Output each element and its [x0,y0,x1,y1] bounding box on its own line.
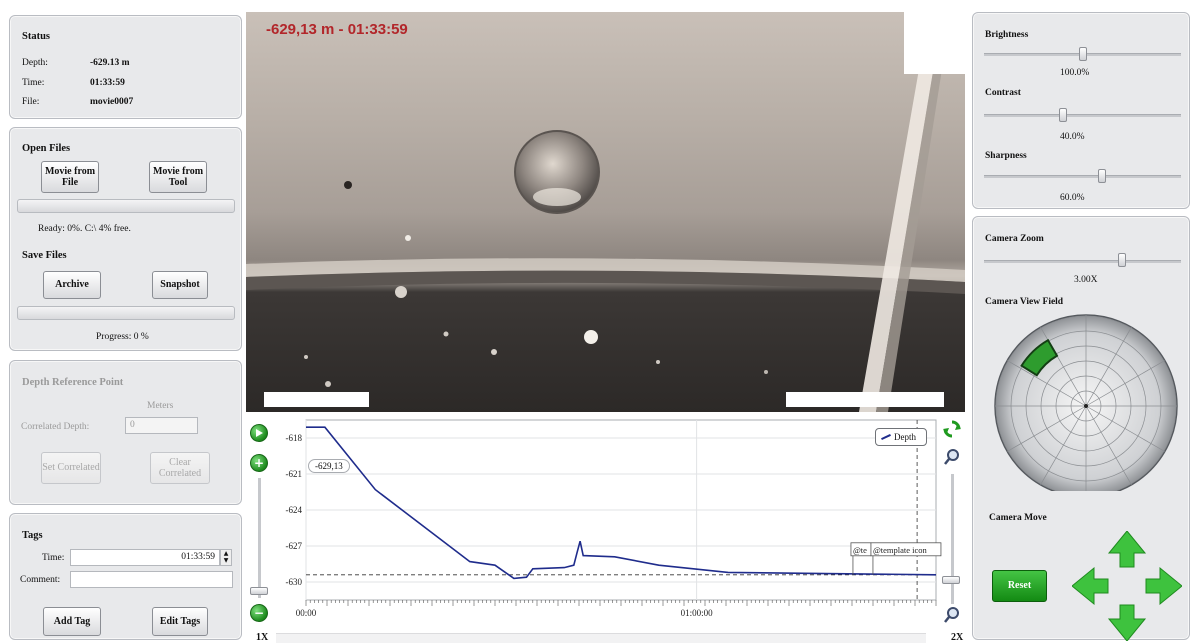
open-files-panel: Open Files Movie from File Movie from To… [9,127,242,351]
save-files-title: Save Files [22,250,67,261]
chart-legend: Depth [875,428,927,446]
move-right-icon[interactable] [1145,566,1182,606]
y-tick-label: -630 [286,577,303,587]
time-spinner[interactable]: ▲ ▼ [220,549,232,566]
tag-marker-label: @template icon [873,545,928,555]
reset-button[interactable]: Reset [992,570,1047,602]
x-tick-label: 01:00:00 [681,608,714,618]
chart-scrollbar[interactable] [276,633,926,643]
camera-zoom-label: Camera Zoom [985,234,1044,244]
view-field-dial[interactable] [973,311,1191,491]
edit-tags-button[interactable]: Edit Tags [152,607,208,636]
tags-panel: Tags Time: 01:33:59 ▲ ▼ Comment: Add Tag… [9,513,242,640]
tags-title: Tags [22,530,43,541]
sharpness-value: 60.0% [1060,193,1085,203]
contrast-track[interactable] [984,114,1181,117]
depth-label: Depth: [22,58,48,68]
y-tick-label: -621 [286,469,303,479]
move-up-icon[interactable] [1107,531,1147,568]
brightness-thumb[interactable] [1078,47,1087,61]
zoom-value: 3.00X [1074,275,1098,285]
tag-time-value: 01:33:59 [181,552,215,562]
spin-down-icon[interactable]: ▼ [221,557,231,564]
brightness-label: Brightness [985,30,1029,40]
depth-value: -629.13 m [90,58,130,68]
sharpness-thumb[interactable] [1098,169,1107,183]
magnifier-top-icon[interactable] [943,448,961,466]
open-files-title: Open Files [22,143,71,154]
move-down-icon[interactable] [1107,604,1147,641]
tag-time-label: Time: [42,553,65,563]
progress-text: Progress: 0 % [96,332,149,342]
set-correlated-button[interactable]: Set Correlated [41,452,101,484]
time-value: 01:33:59 [90,78,125,88]
ready-text: Ready: 0%. C:\ 4% free. [38,224,131,234]
file-label: File: [22,97,40,107]
depth-chart[interactable]: -618 -621 -624 -627 -630 00:00 01:00:00 @te @t… [246,414,968,634]
video-overlay-text: -629,13 m - 01:33:59 [266,21,408,38]
chart-area: + − 1X 2X -618 -621 -624 -627 -630 00:00 01:0… [246,414,968,644]
comment-input[interactable] [70,571,233,588]
image-controls-panel: Brightness 100.0% Contrast 40.0% Sharpne… [972,12,1190,209]
archive-button[interactable]: Archive [43,271,101,299]
camera-view-field-label: Camera View Field [985,297,1064,307]
zoom-track[interactable] [984,260,1181,263]
progress-bar [17,306,235,320]
depth-reference-panel: Depth Reference Point Meters Correlated … [9,360,242,505]
y-tick-label: -627 [286,541,303,551]
move-left-icon[interactable] [1072,566,1109,606]
ready-bar [17,199,235,213]
x-tick-label: 00:00 [296,608,317,618]
spin-up-icon[interactable]: ▲ [221,550,231,557]
sharpness-label: Sharpness [985,151,1027,161]
status-title: Status [22,31,51,42]
tag-time-input[interactable]: 01:33:59 [70,549,220,566]
tag-marker-label: @te [853,545,867,555]
brightness-value: 100.0% [1060,68,1090,78]
value-scale-track [951,474,954,604]
snapshot-button[interactable]: Snapshot [152,271,208,299]
contrast-label: Contrast [985,88,1021,98]
legend-label: Depth [894,432,916,442]
movie-from-tool-button[interactable]: Movie from Tool [149,161,207,193]
add-tag-button[interactable]: Add Tag [43,607,101,636]
value-scale-thumb[interactable] [942,576,960,584]
legend-line-icon [881,433,891,441]
magnifier-bottom-icon[interactable] [943,606,961,624]
video-scene [246,12,965,412]
file-value: movie0007 [90,97,134,107]
y-tick-label: -618 [286,433,303,443]
contrast-thumb[interactable] [1058,108,1067,122]
comment-label: Comment: [20,575,61,585]
status-panel: Status Depth: -629.13 m Time: 01:33:59 F… [9,15,242,119]
refresh-icon[interactable] [943,420,961,438]
correlated-depth-input[interactable]: 0 [125,417,198,434]
contrast-value: 40.0% [1060,132,1085,142]
camera-panel: Camera Zoom 3.00X Camera View Field Came… [972,216,1191,641]
video-view[interactable]: -629,13 m - 01:33:59 [246,12,965,412]
movie-from-file-button[interactable]: Movie from File [41,161,99,193]
cursor-value-label: -629,13 [308,459,350,473]
camera-move-label: Camera Move [989,513,1047,523]
time-label: Time: [22,78,45,88]
zoom-thumb[interactable] [1117,253,1126,267]
clear-correlated-button[interactable]: Clear Correlated [150,452,210,484]
y-tick-label: -624 [286,505,303,515]
camera-move-pad [1072,531,1182,641]
meters-label: Meters [147,401,174,411]
depth-reference-title: Depth Reference Point [22,377,124,388]
sharpness-track[interactable] [984,175,1181,178]
correlated-depth-label: Correlated Depth: [21,422,90,432]
